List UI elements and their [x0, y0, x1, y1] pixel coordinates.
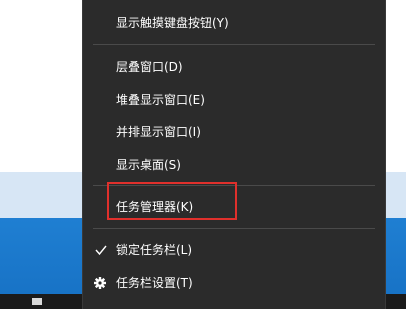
gear-icon [93, 268, 107, 298]
menu-item-show-touch-keyboard[interactable]: 显示触摸键盘按钮(Y) [83, 8, 385, 38]
menu-item-label: 并排显示窗口(I) [116, 125, 201, 139]
menu-item-side-by-side-windows[interactable]: 并排显示窗口(I) [83, 117, 385, 147]
menu-item-label: 任务栏设置(T) [116, 276, 193, 290]
menu-item-label: 显示触摸键盘按钮(Y) [116, 16, 229, 30]
menu-item-label: 堆叠显示窗口(E) [116, 93, 205, 107]
menu-item-lock-taskbar[interactable]: 锁定任务栏(L) [83, 235, 385, 265]
highlight-box [107, 182, 237, 220]
menu-separator [93, 228, 375, 229]
taskbar-context-menu: 显示触摸键盘按钮(Y) 层叠窗口(D) 堆叠显示窗口(E) 并排显示窗口(I) … [82, 0, 386, 309]
menu-item-taskbar-settings[interactable]: 任务栏设置(T) [83, 268, 385, 298]
checkmark-icon [94, 235, 108, 265]
menu-item-label: 层叠窗口(D) [116, 60, 183, 74]
menu-separator [93, 44, 375, 45]
menu-item-label: 锁定任务栏(L) [116, 243, 193, 257]
menu-item-stack-windows[interactable]: 堆叠显示窗口(E) [83, 85, 385, 115]
menu-item-label: 显示桌面(S) [116, 158, 181, 172]
menu-item-show-desktop[interactable]: 显示桌面(S) [83, 150, 385, 180]
taskbar-app-icon[interactable] [32, 298, 42, 305]
menu-item-cascade-windows[interactable]: 层叠窗口(D) [83, 52, 385, 82]
